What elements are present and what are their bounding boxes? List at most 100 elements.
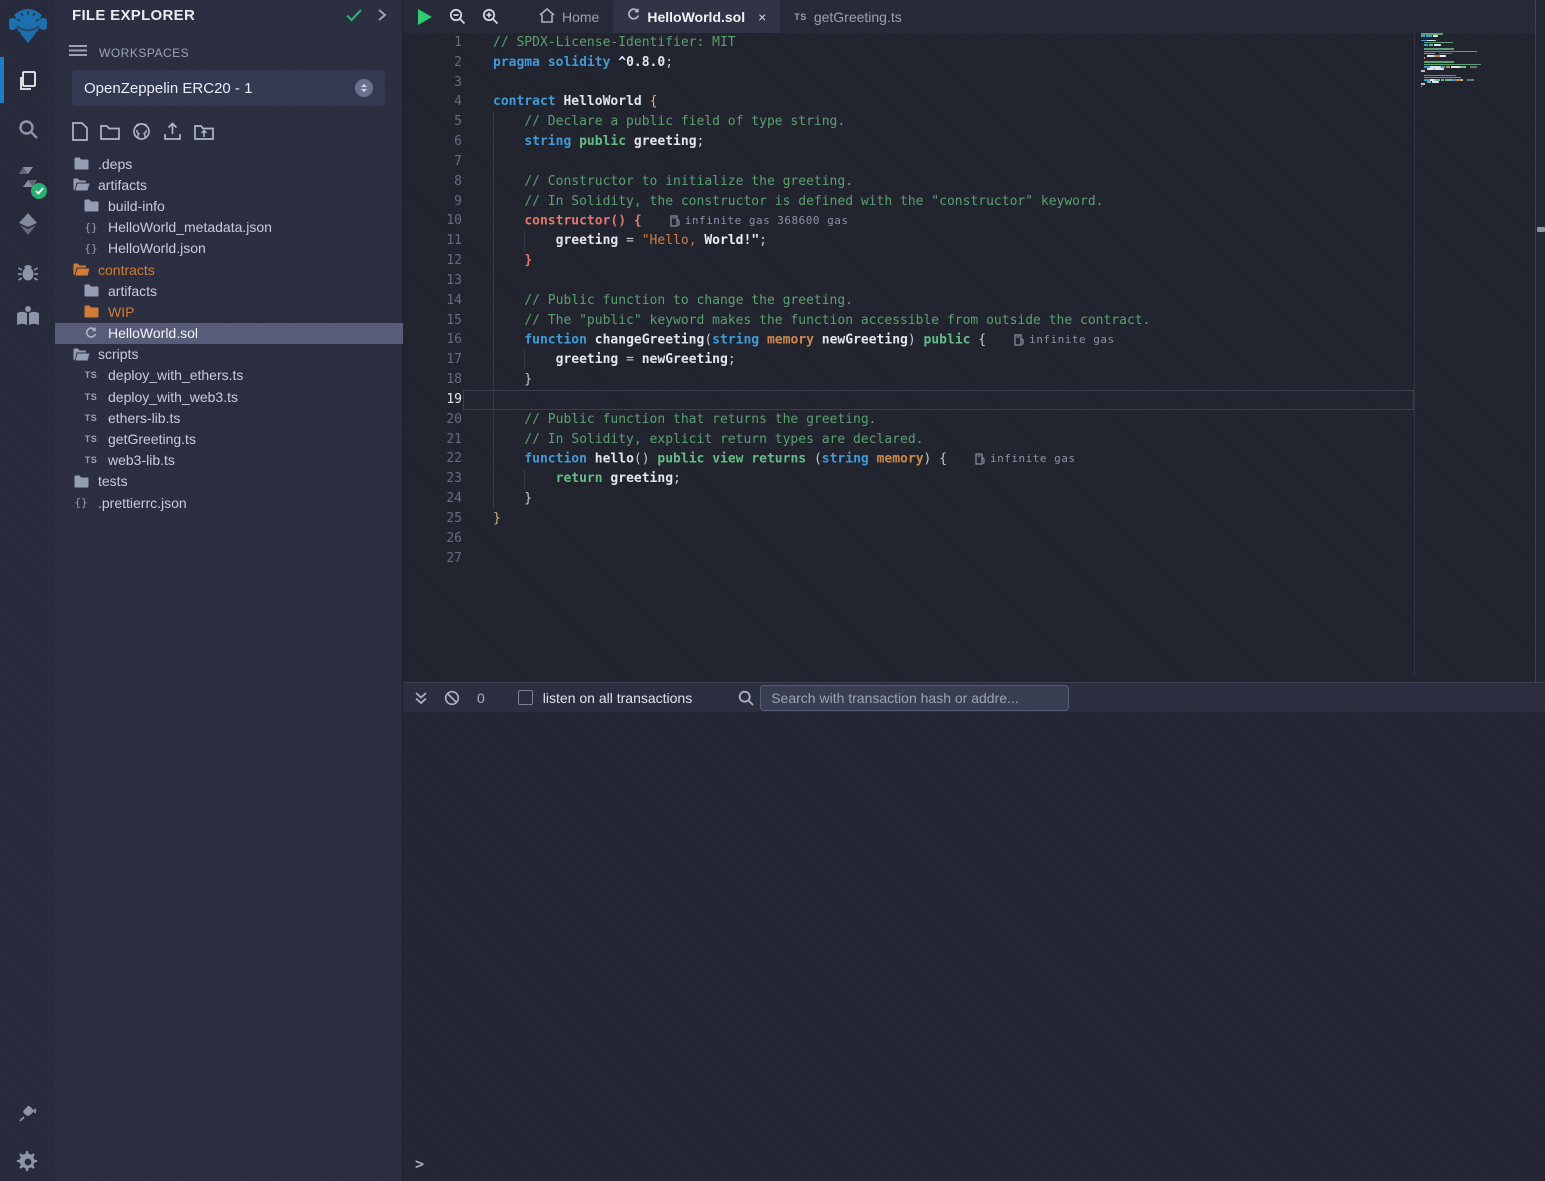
typescript-file-icon: TS	[82, 434, 100, 444]
panel-collapse-chevron-icon[interactable]	[377, 8, 387, 27]
tree-item-tests[interactable]: tests	[55, 471, 403, 492]
tab-home[interactable]: Home	[525, 0, 613, 33]
tree-item--prettierrc-json[interactable]: {}.prettierrc.json	[55, 492, 403, 513]
tree-item-scripts[interactable]: scripts	[55, 344, 403, 365]
code-line-17[interactable]: greeting = newGreeting;	[493, 350, 1423, 370]
code-line-21[interactable]: // In Solidity, explicit return types ar…	[493, 430, 1423, 450]
tree-item-deploy-with-web3-ts[interactable]: TSdeploy_with_web3.ts	[55, 386, 403, 407]
code-line-12[interactable]: }	[493, 251, 1423, 271]
code-line-19[interactable]	[493, 390, 1423, 410]
tab-getgreeting-ts[interactable]: TS getGreeting.ts	[780, 0, 915, 33]
gas-estimate-annotation: infinite gas	[975, 449, 1075, 469]
folder-icon	[72, 475, 90, 488]
tree-item-ethers-lib-ts[interactable]: TSethers-lib.ts	[55, 407, 403, 428]
tree-item-label: build-info	[108, 198, 165, 214]
code-line-25[interactable]: }	[493, 509, 1423, 529]
tab-helloworld-sol[interactable]: HelloWorld.sol ×	[613, 0, 780, 33]
code-line-3[interactable]	[493, 73, 1423, 93]
line-number: 22	[403, 449, 462, 469]
editor-tabbar: Home HelloWorld.sol × TS getGreeting.ts	[403, 0, 1545, 33]
terminal-output[interactable]: >	[403, 712, 1545, 1181]
tree-item-getgreeting-ts[interactable]: TSgetGreeting.ts	[55, 428, 403, 449]
editor-scrollbar[interactable]	[1535, 0, 1545, 682]
minimap[interactable]	[1421, 33, 1507, 92]
tree-item-artifacts[interactable]: artifacts	[55, 174, 403, 195]
tree-item-artifacts[interactable]: artifacts	[55, 280, 403, 301]
code-line-13[interactable]	[493, 271, 1423, 291]
plugin-manager-icon[interactable]	[0, 1090, 55, 1136]
code-line-4[interactable]: contract HelloWorld {	[493, 92, 1423, 112]
upload-folder-icon[interactable]	[194, 123, 214, 145]
deploy-run-icon[interactable]	[0, 201, 55, 247]
tree-item-web3-lib-ts[interactable]: TSweb3-lib.ts	[55, 450, 403, 471]
code-line-1[interactable]: // SPDX-License-Identifier: MIT	[493, 33, 1423, 53]
tree-item-build-info[interactable]: build-info	[55, 195, 403, 216]
json-file-icon: {}	[72, 496, 90, 509]
tree-item-deploy-with-ethers-ts[interactable]: TSdeploy_with_ethers.ts	[55, 365, 403, 386]
search-icon[interactable]	[0, 106, 55, 152]
clear-console-icon[interactable]	[444, 690, 460, 706]
transaction-count: 0	[477, 690, 485, 706]
code-line-6[interactable]: string public greeting;	[493, 132, 1423, 152]
tree-item-helloworld-json[interactable]: {}HelloWorld.json	[55, 238, 403, 259]
code-line-7[interactable]	[493, 152, 1423, 172]
github-clone-icon[interactable]	[132, 122, 151, 146]
solidity-compiler-icon[interactable]	[0, 154, 55, 200]
terminal-prompt: >	[415, 1155, 424, 1173]
new-file-icon[interactable]	[72, 122, 88, 146]
remix-logo-icon[interactable]	[0, 1, 55, 49]
code-line-16[interactable]: function changeGreeting(string memory ne…	[493, 330, 1423, 350]
main-area: Home HelloWorld.sol × TS getGreeting.ts …	[403, 0, 1545, 1181]
terminal-collapse-icon[interactable]	[414, 691, 428, 705]
tab-helloworld-label: HelloWorld.sol	[647, 9, 745, 25]
code-line-11[interactable]: greeting = "Hello, World!";	[493, 231, 1423, 251]
code-line-10[interactable]: constructor() {infinite gas 368600 gas	[493, 211, 1423, 231]
tree-item--deps[interactable]: .deps	[55, 153, 403, 174]
tree-item-wip[interactable]: WIP	[55, 301, 403, 322]
code-line-9[interactable]: // In Solidity, the constructor is defin…	[493, 192, 1423, 212]
new-folder-icon[interactable]	[100, 123, 120, 145]
code-line-5[interactable]: // Declare a public field of type string…	[493, 112, 1423, 132]
transaction-search-input[interactable]	[760, 685, 1069, 711]
code-line-20[interactable]: // Public function that returns the gree…	[493, 410, 1423, 430]
zoom-in-icon[interactable]	[474, 0, 507, 33]
workspace-ok-check-icon[interactable]	[345, 8, 363, 27]
tree-item-helloworld-metadata-json[interactable]: {}HelloWorld_metadata.json	[55, 217, 403, 238]
settings-gear-icon[interactable]	[0, 1139, 55, 1181]
listen-transactions-checkbox[interactable]	[518, 690, 533, 705]
file-explorer-panel: FILE EXPLORER WORKSPACES OpenZeppelin ER…	[55, 0, 403, 1181]
panel-title: FILE EXPLORER	[72, 7, 195, 24]
line-number: 1	[403, 33, 462, 53]
run-script-play-button[interactable]	[408, 0, 441, 33]
tree-item-contracts[interactable]: contracts	[55, 259, 403, 280]
debugger-icon[interactable]	[0, 249, 55, 295]
workspaces-menu-icon[interactable]	[69, 44, 87, 62]
line-number: 5	[403, 112, 462, 132]
code-line-8[interactable]: // Constructor to initialize the greetin…	[493, 172, 1423, 192]
tree-item-label: artifacts	[108, 283, 157, 299]
code-editor[interactable]: 1234567891011121314151617181920212223242…	[403, 33, 1545, 682]
code-line-27[interactable]	[493, 549, 1423, 569]
zoom-out-icon[interactable]	[441, 0, 474, 33]
tab-close-icon[interactable]: ×	[758, 9, 766, 25]
code-line-18[interactable]: }	[493, 370, 1423, 390]
workspace-sort-icon[interactable]	[355, 79, 373, 97]
file-tree: .depsartifactsbuild-info{}HelloWorld_met…	[55, 153, 403, 513]
scrollbar-handle[interactable]	[1537, 227, 1545, 232]
typescript-file-icon: TS	[82, 413, 100, 423]
workspace-select[interactable]: OpenZeppelin ERC20 - 1	[72, 70, 385, 106]
code-line-14[interactable]: // Public function to change the greetin…	[493, 291, 1423, 311]
upload-file-icon[interactable]	[163, 122, 182, 146]
learneth-icon[interactable]	[0, 293, 55, 339]
line-number: 4	[403, 92, 462, 112]
file-explorer-icon[interactable]	[0, 58, 55, 104]
line-number: 20	[403, 410, 462, 430]
code-line-26[interactable]	[493, 529, 1423, 549]
code-content[interactable]: // SPDX-License-Identifier: MITpragma so…	[493, 33, 1423, 568]
code-line-2[interactable]: pragma solidity ^0.8.0;	[493, 53, 1423, 73]
tree-item-helloworld-sol[interactable]: HelloWorld.sol	[55, 323, 403, 344]
code-line-23[interactable]: return greeting;	[493, 469, 1423, 489]
code-line-15[interactable]: // The "public" keyword makes the functi…	[493, 311, 1423, 331]
code-line-22[interactable]: function hello() public view returns (st…	[493, 449, 1423, 469]
code-line-24[interactable]: }	[493, 489, 1423, 509]
